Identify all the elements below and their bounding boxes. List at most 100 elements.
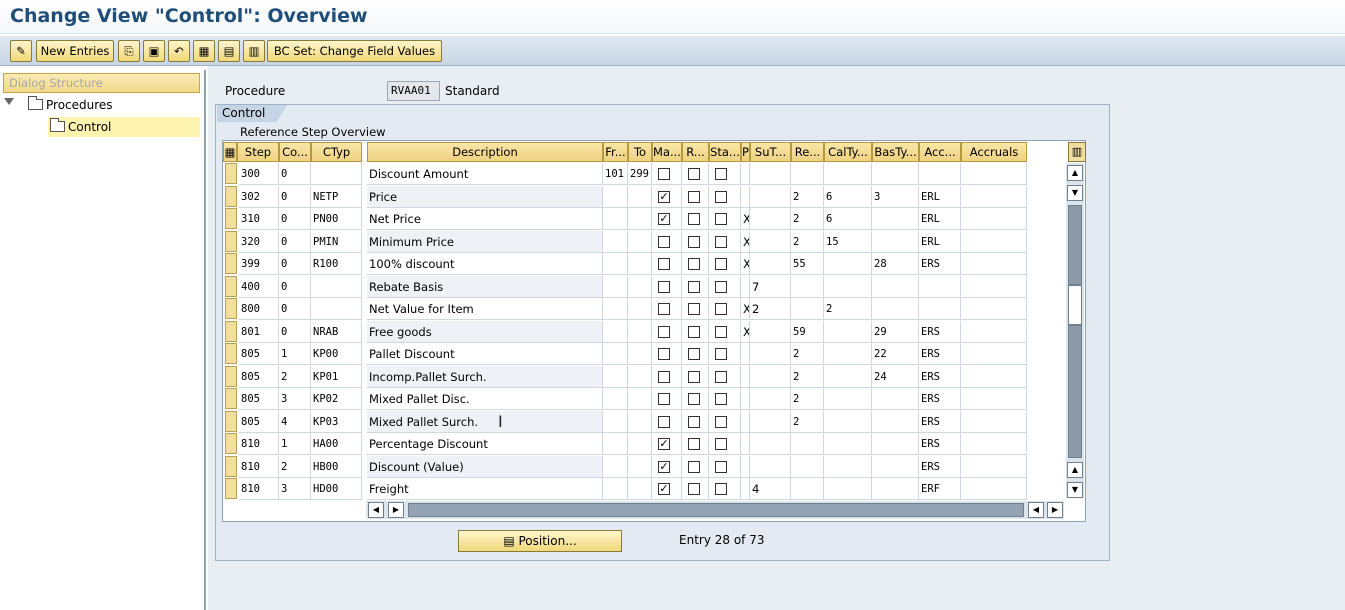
cell-counter[interactable]: 3 bbox=[279, 388, 311, 410]
scroll-right-icon[interactable]: ▶ bbox=[1047, 502, 1063, 518]
cell-requirement[interactable]: 2 bbox=[791, 185, 824, 208]
row-selector[interactable] bbox=[225, 163, 237, 184]
cell-counter[interactable]: 0 bbox=[279, 298, 311, 320]
checkbox-required[interactable] bbox=[688, 348, 700, 360]
checkbox-required[interactable] bbox=[688, 325, 700, 338]
cell-ctyp[interactable]: NRAB bbox=[311, 320, 362, 343]
cell-description[interactable]: Free goods bbox=[367, 320, 603, 343]
cell-counter[interactable]: 0 bbox=[279, 275, 311, 298]
col-header-description[interactable]: Description bbox=[367, 142, 603, 162]
cell-account-key[interactable]: ERS bbox=[919, 365, 961, 388]
cell-from[interactable] bbox=[603, 343, 628, 365]
checkbox-manual[interactable]: ✓ bbox=[658, 190, 670, 203]
cell-description[interactable]: Percentage Discount bbox=[367, 433, 603, 455]
cell-from[interactable]: 101 bbox=[603, 163, 628, 185]
checkbox-manual[interactable]: ✓ bbox=[658, 213, 670, 225]
scroll-up-icon[interactable]: ▲ bbox=[1067, 165, 1083, 181]
checkbox-statistical[interactable] bbox=[715, 370, 727, 383]
cell-print[interactable] bbox=[741, 455, 750, 478]
cell-base-type[interactable] bbox=[872, 478, 919, 500]
cell-from[interactable] bbox=[603, 298, 628, 320]
col-header-counter[interactable]: Co... bbox=[279, 142, 311, 162]
cell-ctyp[interactable] bbox=[311, 163, 362, 185]
cell-to[interactable] bbox=[628, 208, 652, 230]
checkbox-statistical[interactable] bbox=[715, 258, 727, 270]
cell-requirement[interactable] bbox=[791, 478, 824, 500]
cell-description[interactable]: Net Value for Item bbox=[367, 298, 603, 320]
cell-calc-type[interactable] bbox=[824, 478, 872, 500]
cell-description[interactable]: Price bbox=[367, 185, 603, 208]
row-selector[interactable] bbox=[225, 410, 237, 432]
cell-subtotal[interactable] bbox=[750, 433, 791, 455]
checkbox-statistical[interactable] bbox=[715, 303, 727, 315]
checkbox-manual[interactable] bbox=[658, 280, 670, 293]
position-button[interactable]: ▤ Position... bbox=[458, 530, 622, 552]
scrollbar-track-upper[interactable] bbox=[1068, 205, 1082, 285]
cell-calc-type[interactable] bbox=[824, 253, 872, 275]
col-header-required[interactable]: R... bbox=[682, 142, 709, 162]
deselect-icon[interactable]: ▤ bbox=[218, 40, 240, 62]
cell-step[interactable]: 400 bbox=[239, 275, 279, 298]
cell-print[interactable]: X bbox=[741, 253, 750, 275]
cell-description[interactable]: Mixed Pallet Disc. bbox=[367, 388, 603, 410]
cell-print[interactable] bbox=[741, 365, 750, 388]
cell-print[interactable] bbox=[741, 163, 750, 185]
checkbox-manual[interactable] bbox=[658, 348, 670, 360]
cell-to[interactable] bbox=[628, 230, 652, 253]
cell-requirement[interactable]: 59 bbox=[791, 320, 824, 343]
undo-icon[interactable]: ↶ bbox=[168, 40, 190, 62]
cell-description[interactable]: Freight bbox=[367, 478, 603, 500]
checkbox-required[interactable] bbox=[688, 190, 700, 203]
cell-subtotal[interactable] bbox=[750, 185, 791, 208]
cell-to[interactable] bbox=[628, 388, 652, 410]
checkbox-required[interactable] bbox=[688, 483, 700, 495]
cell-to[interactable] bbox=[628, 365, 652, 388]
cell-step[interactable]: 805 bbox=[239, 410, 279, 433]
cell-print[interactable] bbox=[741, 343, 750, 365]
checkbox-statistical[interactable] bbox=[715, 483, 727, 495]
checkbox-statistical[interactable] bbox=[715, 190, 727, 203]
cell-base-type[interactable] bbox=[872, 455, 919, 478]
cell-ctyp[interactable]: HD00 bbox=[311, 478, 362, 500]
cell-step[interactable]: 310 bbox=[239, 208, 279, 230]
checkbox-statistical[interactable] bbox=[715, 438, 727, 450]
checkbox-manual[interactable] bbox=[658, 258, 670, 270]
cell-account-key[interactable]: ERS bbox=[919, 410, 961, 433]
cell-to[interactable] bbox=[628, 185, 652, 208]
cell-base-type[interactable] bbox=[872, 163, 919, 185]
checkbox-required[interactable] bbox=[688, 370, 700, 383]
cell-accruals[interactable] bbox=[961, 275, 1027, 298]
cell-subtotal[interactable] bbox=[750, 163, 791, 185]
row-selector[interactable] bbox=[225, 253, 237, 274]
cell-ctyp[interactable] bbox=[311, 275, 362, 298]
col-header-print[interactable]: P bbox=[741, 142, 750, 162]
cell-calc-type[interactable] bbox=[824, 320, 872, 343]
cell-to[interactable]: 299 bbox=[628, 163, 652, 185]
cell-description[interactable]: 100% discount bbox=[367, 253, 603, 275]
cell-accruals[interactable] bbox=[961, 208, 1027, 230]
sidebar-item-control[interactable]: Control bbox=[48, 117, 200, 137]
col-header-accruals[interactable]: Accruals bbox=[961, 142, 1027, 162]
cell-account-key[interactable]: ERL bbox=[919, 230, 961, 253]
cell-requirement[interactable]: 2 bbox=[791, 410, 824, 433]
cell-requirement[interactable]: 2 bbox=[791, 230, 824, 253]
cell-account-key[interactable] bbox=[919, 163, 961, 185]
cell-account-key[interactable]: ERS bbox=[919, 388, 961, 410]
cell-calc-type[interactable] bbox=[824, 410, 872, 433]
scrollbar-track-lower[interactable] bbox=[1068, 325, 1082, 458]
cell-accruals[interactable] bbox=[961, 410, 1027, 433]
checkbox-statistical[interactable] bbox=[715, 460, 727, 473]
cell-subtotal[interactable] bbox=[750, 253, 791, 275]
cell-account-key[interactable]: ERF bbox=[919, 478, 961, 500]
checkbox-required[interactable] bbox=[688, 393, 700, 405]
cell-to[interactable] bbox=[628, 343, 652, 365]
row-selector[interactable] bbox=[225, 298, 237, 319]
cell-to[interactable] bbox=[628, 275, 652, 298]
cell-counter[interactable]: 1 bbox=[279, 343, 311, 365]
cell-subtotal[interactable] bbox=[750, 343, 791, 365]
row-selector[interactable] bbox=[225, 478, 237, 499]
cell-accruals[interactable] bbox=[961, 298, 1027, 320]
cell-requirement[interactable] bbox=[791, 433, 824, 455]
cell-print[interactable] bbox=[741, 388, 750, 410]
cell-ctyp[interactable]: KP01 bbox=[311, 365, 362, 388]
